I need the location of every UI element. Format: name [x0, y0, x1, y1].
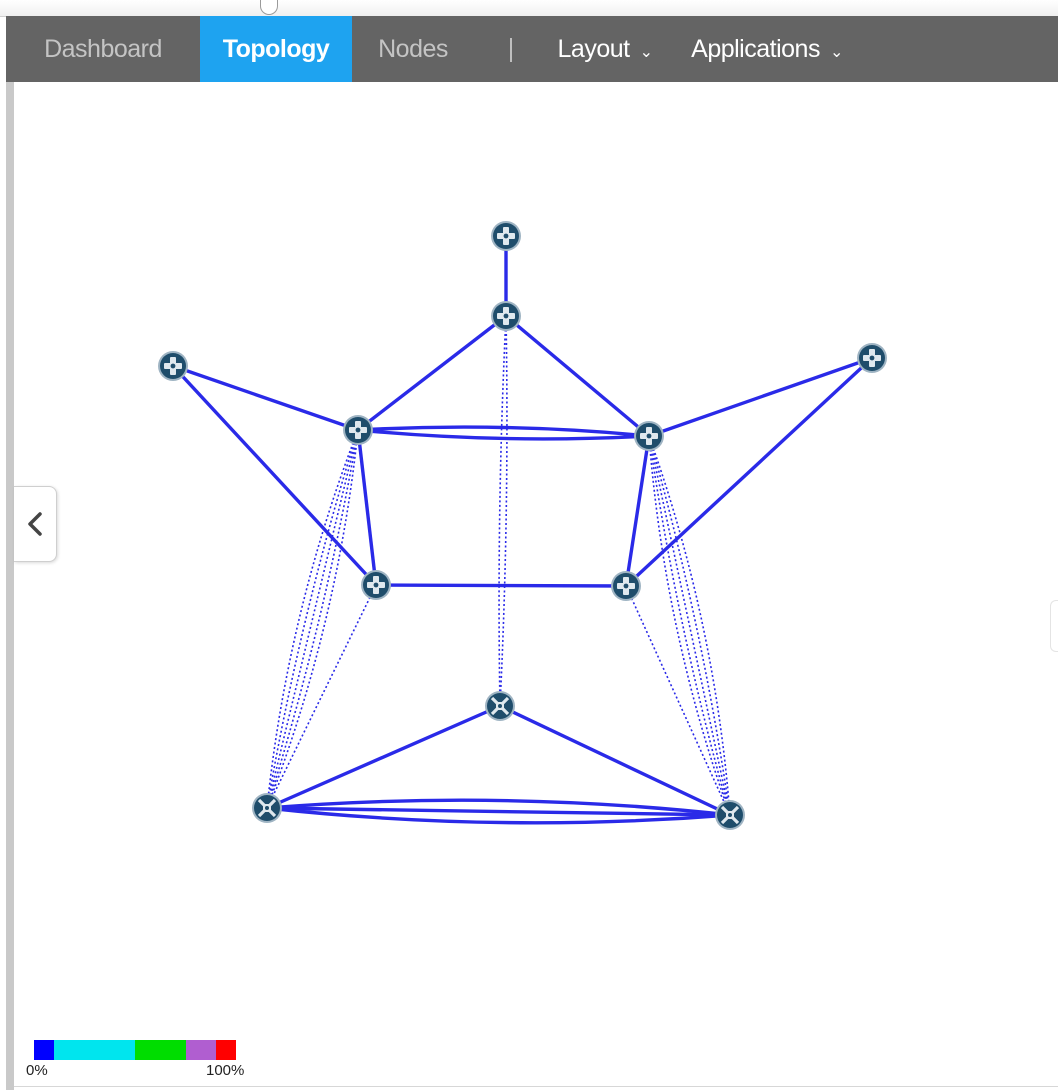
legend-segment — [216, 1040, 236, 1060]
router-node[interactable] — [491, 221, 521, 251]
router-node[interactable] — [491, 301, 521, 331]
nodes-layer — [158, 221, 887, 830]
utilization-legend: 0% 100% — [26, 1040, 258, 1080]
link[interactable] — [499, 704, 731, 817]
links-layer — [171, 236, 874, 825]
legend-segment — [34, 1040, 54, 1060]
collapse-panel-button[interactable] — [14, 486, 57, 562]
topology-app-window: Dashboard Topology Nodes Layout ⌄ Applic… — [0, 0, 1058, 1090]
dotted-link[interactable] — [266, 584, 377, 809]
chevron-left-icon — [28, 512, 42, 536]
legend-segment — [54, 1040, 135, 1060]
dotted-link[interactable] — [648, 435, 731, 816]
link[interactable] — [648, 356, 873, 438]
switch-node[interactable] — [715, 800, 745, 830]
switch-node[interactable] — [252, 793, 282, 823]
router-node[interactable] — [343, 415, 373, 445]
router-node[interactable] — [361, 570, 391, 600]
legend-color-bar — [34, 1040, 236, 1060]
link[interactable] — [624, 356, 874, 588]
router-node[interactable] — [611, 571, 641, 601]
dotted-link[interactable] — [625, 585, 731, 816]
router-node[interactable] — [634, 421, 664, 451]
link[interactable] — [356, 314, 508, 432]
link[interactable] — [375, 583, 627, 588]
router-node[interactable] — [158, 351, 188, 381]
legend-min-label: 0% — [26, 1062, 48, 1079]
link[interactable] — [356, 429, 378, 586]
legend-segment — [186, 1040, 216, 1060]
link[interactable] — [171, 364, 378, 587]
legend-segment — [135, 1040, 186, 1060]
legend-max-label: 100% — [206, 1062, 245, 1079]
dotted-link[interactable] — [266, 429, 359, 809]
topology-canvas[interactable] — [0, 0, 1058, 1090]
link[interactable] — [266, 704, 501, 810]
link[interactable] — [504, 314, 651, 438]
router-node[interactable] — [857, 343, 887, 373]
switch-node[interactable] — [485, 691, 515, 721]
link[interactable] — [624, 435, 651, 587]
right-panel-tab[interactable] — [1050, 600, 1058, 652]
dotted-link[interactable] — [498, 315, 507, 707]
